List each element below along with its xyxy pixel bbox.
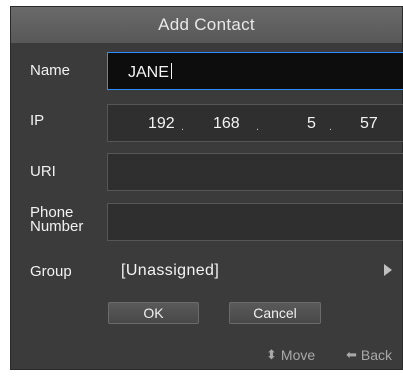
ip-label: IP bbox=[30, 112, 45, 129]
ip-octet-1[interactable]: 192 bbox=[148, 115, 175, 133]
ip-separator: . bbox=[256, 121, 260, 133]
phone-number-label: Phone Number bbox=[30, 205, 84, 235]
group-selector[interactable]: [Unassigned] bbox=[107, 256, 403, 286]
back-hint-label: Back bbox=[360, 347, 393, 363]
left-arrow-icon: ⬅ bbox=[346, 347, 357, 362]
group-label: Group bbox=[30, 263, 72, 280]
chevron-right-icon bbox=[384, 264, 392, 276]
add-contact-dialog: Add Contact Name JANE IP 192 . 168 . 5 .… bbox=[10, 6, 403, 370]
move-hint: ⬍ Move bbox=[266, 347, 315, 363]
text-caret bbox=[170, 63, 172, 79]
ip-field[interactable]: 192 . 168 . 5 . 57 bbox=[107, 104, 403, 142]
back-hint: ⬅ Back bbox=[346, 347, 392, 363]
updown-arrow-icon: ⬍ bbox=[266, 347, 277, 362]
ok-button[interactable]: OK bbox=[108, 302, 199, 324]
uri-field[interactable] bbox=[107, 153, 403, 191]
ip-octet-2[interactable]: 168 bbox=[213, 115, 240, 133]
name-value: JANE bbox=[128, 64, 169, 81]
move-hint-label: Move bbox=[280, 347, 316, 363]
ip-octet-4[interactable]: 57 bbox=[360, 115, 378, 133]
phone-number-field[interactable] bbox=[107, 203, 403, 241]
uri-label: URI bbox=[30, 163, 56, 180]
name-field[interactable]: JANE bbox=[107, 52, 403, 90]
group-value: [Unassigned] bbox=[121, 262, 220, 279]
name-label: Name bbox=[30, 62, 71, 79]
cancel-button[interactable]: Cancel bbox=[229, 302, 321, 324]
ip-separator: . bbox=[329, 121, 333, 133]
phone-label-line2: Number bbox=[30, 218, 84, 235]
dialog-title: Add Contact bbox=[11, 7, 402, 43]
ip-separator: . bbox=[181, 121, 185, 133]
ip-octet-3[interactable]: 5 bbox=[307, 115, 316, 133]
